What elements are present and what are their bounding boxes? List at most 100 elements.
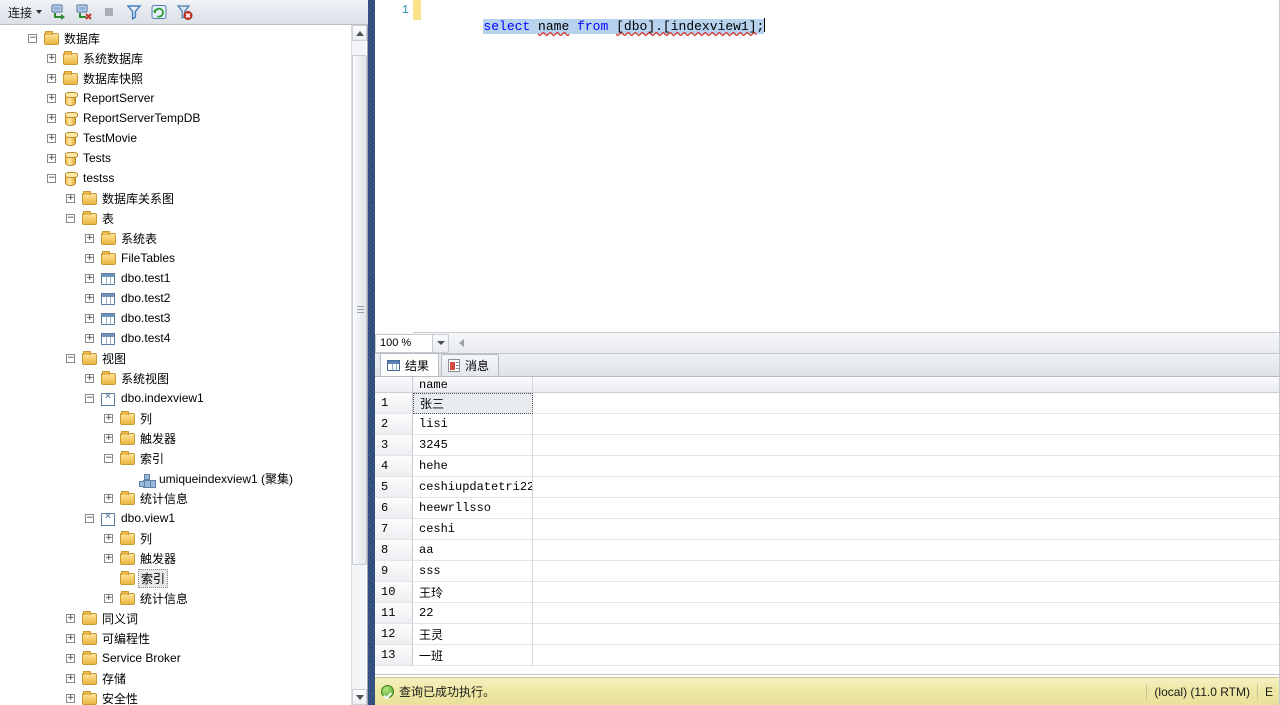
tree-node[interactable]: 索引 [0, 568, 352, 588]
refresh-icon[interactable] [148, 2, 170, 23]
tree-node[interactable]: + 系统视图 [0, 368, 352, 388]
table-row[interactable]: 12 王灵 [375, 624, 1280, 645]
connect-dropdown-button[interactable]: 连接 [4, 2, 45, 23]
object-explorer-tree[interactable]: − 数据库 + 系统数据库 + 数据库快照 + ReportServer + ReportServ… [0, 25, 352, 705]
tree-node[interactable]: + 触发器 [0, 548, 352, 568]
expand-toggle-icon[interactable]: + [104, 593, 113, 603]
stop-icon[interactable] [98, 2, 120, 23]
panel-splitter[interactable] [368, 0, 375, 705]
collapse-toggle-icon[interactable]: − [85, 513, 94, 523]
grid-cell-name[interactable]: 王灵 [413, 624, 533, 645]
filter-icon[interactable] [123, 2, 145, 23]
tree-node[interactable]: umiqueindexview1 (聚集) [0, 468, 352, 488]
grid-cell-name[interactable]: ceshiupdatetri222 [413, 477, 533, 498]
tree-node[interactable]: − 表 [0, 208, 352, 228]
expand-toggle-icon[interactable]: + [47, 93, 56, 103]
grid-cell-name[interactable]: 3245 [413, 435, 533, 456]
zoom-dropdown-button[interactable] [433, 333, 449, 353]
tree-node[interactable]: + 安全性 [0, 688, 352, 705]
tree-node[interactable]: + 统计信息 [0, 488, 352, 508]
tree-node[interactable]: + FileTables [0, 248, 352, 268]
expand-toggle-icon[interactable]: + [104, 533, 113, 543]
expand-toggle-icon[interactable]: + [47, 53, 56, 63]
expand-toggle-icon[interactable]: + [47, 153, 56, 163]
table-row[interactable]: 4 hehe [375, 456, 1280, 477]
tree-node[interactable]: + 系统数据库 [0, 48, 352, 68]
tree-node[interactable]: + dbo.test3 [0, 308, 352, 328]
object-explorer-scrollbar[interactable] [351, 25, 367, 705]
tree-node[interactable]: + dbo.test4 [0, 328, 352, 348]
tree-node[interactable]: + TestMovie [0, 128, 352, 148]
tree-node[interactable]: − dbo.indexview1 [0, 388, 352, 408]
tree-node[interactable]: + ReportServer [0, 88, 352, 108]
grid-cell-name[interactable]: 一班 [413, 645, 533, 666]
expand-toggle-icon[interactable]: + [47, 113, 56, 123]
expand-toggle-icon[interactable]: + [104, 553, 113, 563]
grid-cell-name[interactable]: lisi [413, 414, 533, 435]
grid-select-all-corner[interactable] [375, 377, 413, 393]
collapse-toggle-icon[interactable]: − [66, 213, 75, 223]
table-row[interactable]: 3 3245 [375, 435, 1280, 456]
table-row[interactable]: 7 ceshi [375, 519, 1280, 540]
expand-toggle-icon[interactable]: + [85, 253, 94, 263]
collapse-toggle-icon[interactable]: − [28, 33, 37, 43]
tab-messages[interactable]: 消息 [441, 354, 500, 376]
results-tabstrip[interactable]: 结果 消息 [375, 353, 1280, 377]
collapse-toggle-icon[interactable]: − [66, 353, 75, 363]
grid-row-number[interactable]: 8 [375, 540, 413, 561]
expand-toggle-icon[interactable]: + [47, 133, 56, 143]
expand-toggle-icon[interactable]: + [66, 613, 75, 623]
tree-node[interactable]: + Service Broker [0, 648, 352, 668]
tree-node[interactable]: + 同义词 [0, 608, 352, 628]
grid-row-number[interactable]: 1 [375, 393, 413, 414]
tree-node[interactable]: + dbo.test1 [0, 268, 352, 288]
expand-toggle-icon[interactable]: + [66, 653, 75, 663]
grid-cell-name[interactable]: ceshi [413, 519, 533, 540]
tree-node[interactable]: + 系统表 [0, 228, 352, 248]
grid-row-number[interactable]: 3 [375, 435, 413, 456]
tree-node[interactable]: + 数据库快照 [0, 68, 352, 88]
expand-toggle-icon[interactable]: + [66, 693, 75, 703]
scrollbar-thumb[interactable] [352, 55, 367, 565]
sql-editor[interactable]: 1 select name from [dbo].[indexview1]; [375, 0, 1280, 333]
grid-row-number[interactable]: 4 [375, 456, 413, 477]
expand-toggle-icon[interactable]: + [47, 73, 56, 83]
expand-toggle-icon[interactable]: + [66, 633, 75, 643]
tree-node[interactable]: + 存储 [0, 668, 352, 688]
table-row[interactable]: 8 aa [375, 540, 1280, 561]
tree-node[interactable]: − testss [0, 168, 352, 188]
tree-node[interactable]: − 数据库 [0, 28, 352, 48]
grid-cell-name[interactable]: heewrllsso [413, 498, 533, 519]
grid-row-number[interactable]: 12 [375, 624, 413, 645]
expand-toggle-icon[interactable]: + [66, 193, 75, 203]
scroll-up-button[interactable] [352, 25, 367, 41]
scroll-left-button[interactable] [455, 336, 467, 351]
expand-toggle-icon[interactable]: + [85, 313, 94, 323]
connect-object-explorer-icon[interactable] [48, 2, 70, 23]
grid-cell-name[interactable]: 22 [413, 603, 533, 624]
tree-node[interactable]: + ReportServerTempDB [0, 108, 352, 128]
table-row[interactable]: 10 王玲 [375, 582, 1280, 603]
tree-node[interactable]: + 列 [0, 408, 352, 428]
table-row[interactable]: 6 heewrllsso [375, 498, 1280, 519]
grid-row-number[interactable]: 9 [375, 561, 413, 582]
zoom-level-select[interactable]: 100 % [375, 333, 433, 353]
tree-node[interactable]: + 可编程性 [0, 628, 352, 648]
remove-filter-icon[interactable] [173, 2, 195, 23]
grid-cell-name[interactable]: hehe [413, 456, 533, 477]
tree-node[interactable]: + 数据库关系图 [0, 188, 352, 208]
grid-cell-name[interactable]: aa [413, 540, 533, 561]
table-row[interactable]: 11 22 [375, 603, 1280, 624]
table-row[interactable]: 5 ceshiupdatetri222 [375, 477, 1280, 498]
tree-node[interactable]: − 索引 [0, 448, 352, 468]
grid-cell-name[interactable]: 张三 [413, 393, 533, 414]
grid-row-number[interactable]: 6 [375, 498, 413, 519]
tree-node[interactable]: + 触发器 [0, 428, 352, 448]
table-row[interactable]: 1 张三 [375, 393, 1280, 414]
grid-row-number[interactable]: 7 [375, 519, 413, 540]
grid-cell-name[interactable]: 王玲 [413, 582, 533, 603]
scroll-down-button[interactable] [352, 689, 367, 705]
results-grid[interactable]: name 1 张三 2 lisi 3 3245 4 hehe 5 ceshiupdatetri222… [375, 377, 1280, 675]
expand-toggle-icon[interactable]: + [85, 373, 94, 383]
disconnect-object-explorer-icon[interactable] [73, 2, 95, 23]
